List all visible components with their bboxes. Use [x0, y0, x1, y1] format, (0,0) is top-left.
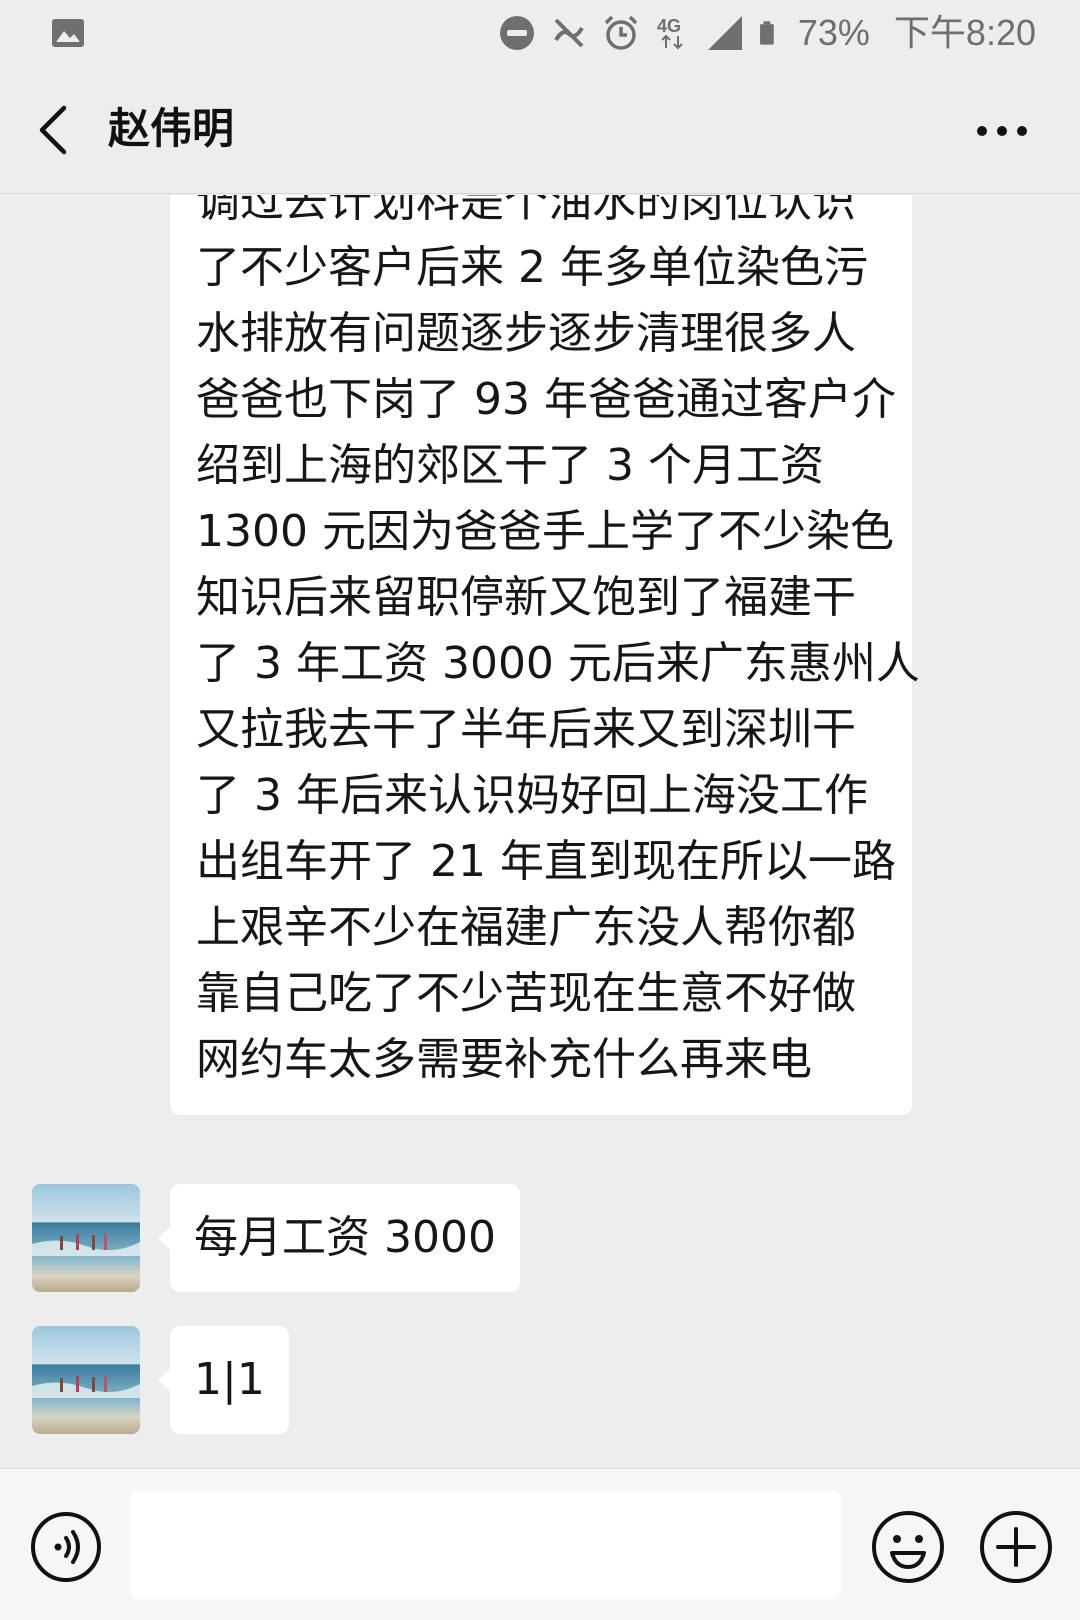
emoji-icon[interactable] — [870, 1509, 946, 1585]
message-line: 水排放有问题逐步逐步清理很多人 — [196, 308, 856, 359]
message-list[interactable]: 调过去计划科是个油水的岗位认识 了不少客户后来 2 年多单位染色污 水排放有问题… — [0, 195, 1080, 1468]
message-line: 网约车太多需要补充什么再来电 — [196, 1034, 812, 1085]
battery-percent: 73% — [797, 12, 870, 53]
chevron-left-icon[interactable] — [32, 102, 76, 158]
battery-icon — [759, 21, 774, 45]
message-line: 1300 元因为爸爸手上学了不少染色 — [196, 506, 894, 557]
network-4g-icon: 4G — [657, 16, 683, 50]
message-line: 又拉我去干了半年后来又到深圳干 — [196, 704, 856, 755]
message-line: 了 3 年后来认识妈好回上海没工作 — [196, 770, 868, 821]
svg-text:4G: 4G — [657, 16, 681, 36]
message-bubble[interactable]: 每月工资 3000 — [158, 1184, 520, 1292]
message-bubble[interactable]: 调过去计划科是个油水的岗位认识 了不少客户后来 2 年多单位染色污 水排放有问题… — [170, 195, 920, 1115]
message-bubble[interactable]: 1|1 — [158, 1326, 289, 1434]
signal-icon — [707, 16, 742, 50]
avatar[interactable] — [32, 1184, 140, 1292]
message-line: 出组车开了 21 年直到现在所以一路 — [196, 836, 896, 887]
message-input[interactable] — [130, 1491, 841, 1599]
message-text: 每月工资 3000 — [194, 1212, 496, 1263]
voice-icon[interactable] — [30, 1511, 102, 1583]
message-line: 绍到上海的郊区干了 3 个月工资 — [196, 440, 824, 491]
message-text: 1|1 — [194, 1354, 265, 1405]
message-line: 了 3 年工资 3000 元后来广东惠州人 — [196, 638, 920, 689]
avatar[interactable] — [32, 1326, 140, 1434]
message-line: 爸爸也下岗了 93 年爸爸通过客户介 — [196, 374, 896, 425]
message-line: 调过去计划科是个油水的岗位认识 — [196, 195, 856, 227]
bubble-tail — [158, 1226, 171, 1250]
status-bar: 4G 73% 下午8:20 — [0, 0, 1080, 66]
page-title: 赵伟明 — [108, 104, 235, 153]
message-line: 了不少客户后来 2 年多单位染色污 — [196, 242, 868, 293]
input-bar — [0, 1468, 1080, 1620]
chat-header: 赵伟明 — [0, 66, 1080, 194]
message-line: 靠自己吃了不少苦现在生意不好做 — [196, 968, 856, 1019]
status-time: 下午8:20 — [893, 12, 1036, 53]
vibrate-off-icon — [554, 18, 584, 48]
plus-icon[interactable] — [978, 1509, 1054, 1585]
avatar-beach-image — [32, 1326, 140, 1434]
avatar-beach-image — [32, 1184, 140, 1292]
more-dots-icon[interactable] — [974, 116, 1030, 146]
message-line: 知识后来留职停新又饱到了福建干 — [196, 572, 856, 623]
do-not-disturb-icon — [499, 16, 534, 50]
message-line: 上艰辛不少在福建广东没人帮你都 — [196, 902, 856, 953]
alarm-icon — [604, 15, 638, 50]
gallery-icon — [52, 19, 84, 47]
chat-screen: 4G 73% 下午8:20 赵伟明 调过去计划科是个油水的岗位认识 了不少客户后… — [0, 0, 1080, 1620]
bubble-tail — [158, 1368, 171, 1392]
status-icons: 4G 73% 下午8:20 — [498, 8, 1036, 58]
